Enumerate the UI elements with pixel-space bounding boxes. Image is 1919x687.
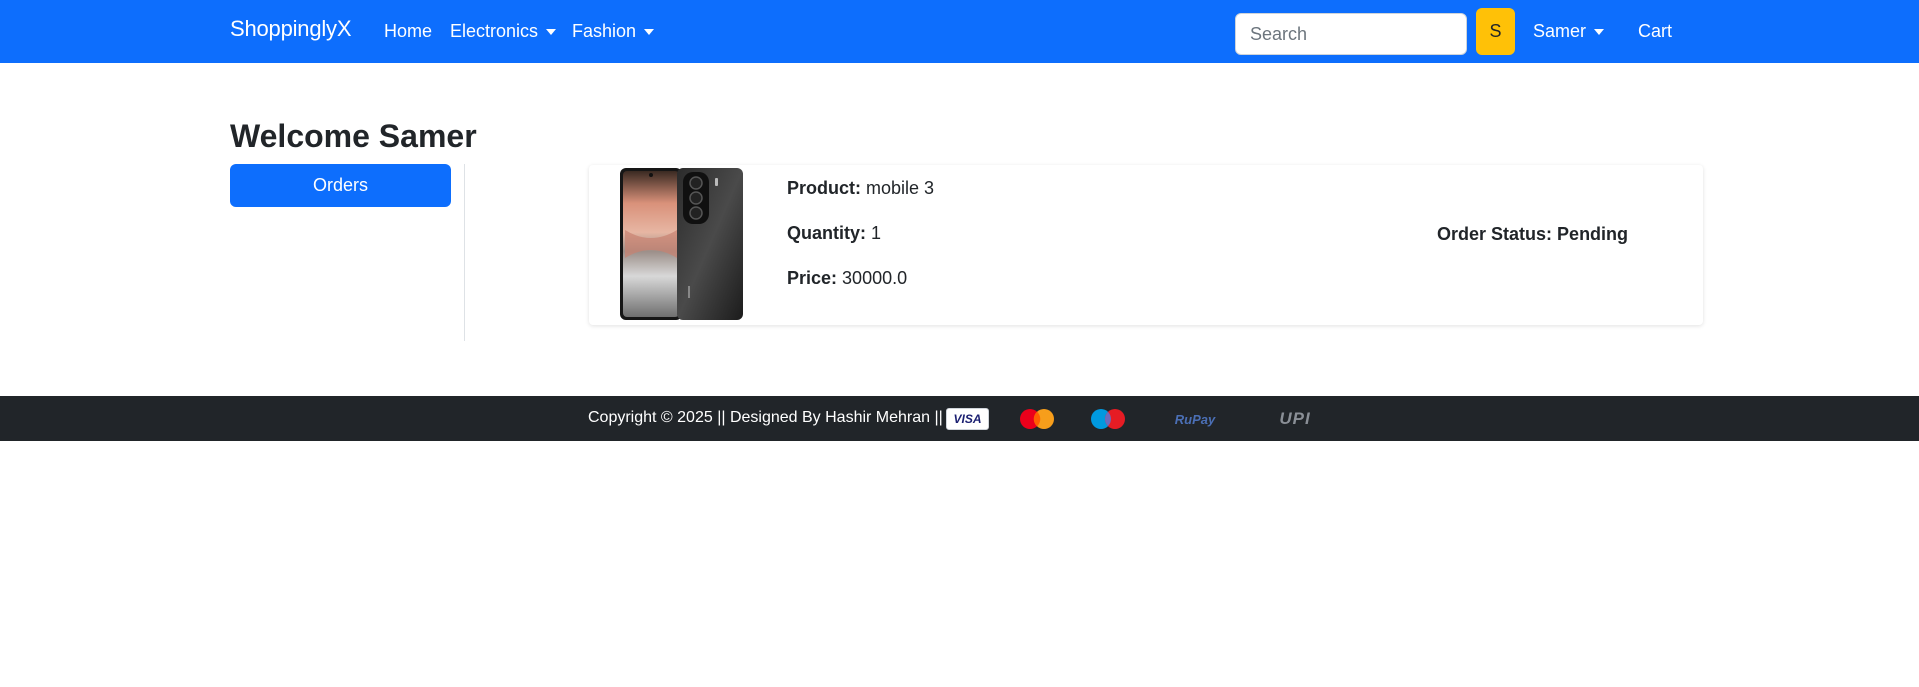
product-image xyxy=(620,168,743,320)
orders-button[interactable]: Orders xyxy=(230,164,451,207)
product-field: Product: mobile 3 xyxy=(787,178,934,199)
nav-cart-label: Cart xyxy=(1638,21,1673,41)
page-title: Welcome Samer xyxy=(230,118,477,154)
sidebar: Orders xyxy=(230,164,465,341)
navbar: ShoppinglyX Home Electronics Fashion S S… xyxy=(0,0,1919,63)
mastercard-logo xyxy=(1020,409,1054,429)
order-status-label: Order Status: xyxy=(1437,224,1553,244)
order-status-value: Pending xyxy=(1557,224,1629,244)
nav-home[interactable]: Home xyxy=(384,21,432,42)
maestro-logo xyxy=(1091,409,1125,429)
caret-down-icon xyxy=(546,28,557,35)
visa-logo: VISA xyxy=(946,408,989,430)
product-label: Product: xyxy=(787,178,861,198)
product-value: mobile 3 xyxy=(866,178,935,198)
price-label: Price: xyxy=(787,268,838,288)
nav-electronics-dropdown[interactable]: Electronics xyxy=(450,21,557,42)
nav-fashion-label: Fashion xyxy=(572,21,637,41)
search-input[interactable] xyxy=(1235,13,1467,55)
nav-home-label: Home xyxy=(384,21,433,41)
price-value: 30000.0 xyxy=(842,268,908,288)
footer: Copyright © 2025 || Designed By Hashir M… xyxy=(0,396,1919,441)
price-field: Price: 30000.0 xyxy=(787,268,907,289)
search-button[interactable]: S xyxy=(1476,8,1515,55)
nav-fashion-dropdown[interactable]: Fashion xyxy=(572,21,655,42)
rupay-logo: RuPay xyxy=(1174,411,1216,427)
caret-down-icon xyxy=(644,28,655,35)
caret-down-icon xyxy=(1594,28,1605,35)
user-name: Samer xyxy=(1533,21,1587,41)
copyright-text: Copyright © 2025 || Designed By Hashir M… xyxy=(588,409,943,426)
brand-logo[interactable]: ShoppinglyX xyxy=(230,16,352,42)
quantity-label: Quantity: xyxy=(787,223,866,243)
quantity-value: 1 xyxy=(871,223,882,243)
upi-logo: UPI xyxy=(1279,409,1311,428)
user-dropdown[interactable]: Samer xyxy=(1533,21,1605,42)
nav-cart[interactable]: Cart xyxy=(1638,21,1672,42)
order-status: Order Status: Pending xyxy=(1437,224,1628,245)
order-card: Product: mobile 3 Quantity: 1 Price: 300… xyxy=(589,165,1703,325)
nav-electronics-label: Electronics xyxy=(450,21,539,41)
quantity-field: Quantity: 1 xyxy=(787,223,881,244)
